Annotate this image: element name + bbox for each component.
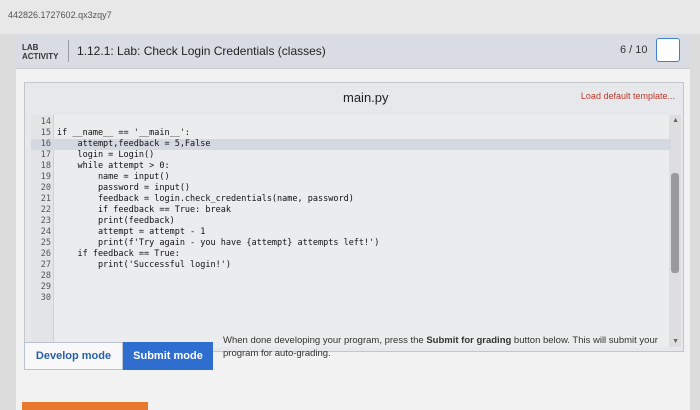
code-text: print(f'Try again - you have {attempt} a… bbox=[57, 238, 380, 248]
line-number: 14 bbox=[40, 117, 51, 127]
page-title: 1.12.1: Lab: Check Login Credentials (cl… bbox=[77, 44, 326, 58]
code-text: feedback = login.check_credentials(name,… bbox=[57, 194, 354, 204]
browser-top-strip: 442826.1727602.qx3zqy7 bbox=[0, 0, 700, 34]
code-line[interactable]: 29 bbox=[31, 282, 671, 293]
header-divider bbox=[68, 40, 69, 62]
line-number: 15 bbox=[40, 128, 51, 138]
code-text: if feedback == True: break bbox=[57, 205, 231, 215]
code-line[interactable]: 22 if feedback == True: break bbox=[31, 205, 671, 216]
line-number: 28 bbox=[40, 271, 51, 281]
code-line[interactable]: 25 print(f'Try again - you have {attempt… bbox=[31, 238, 671, 249]
code-text: attempt = attempt - 1 bbox=[57, 227, 206, 237]
code-area[interactable]: ▲ ▼ 14 15 if __name__ == '__main__': 16 att… bbox=[31, 115, 681, 347]
scroll-up-icon[interactable]: ▲ bbox=[672, 117, 679, 124]
code-line[interactable]: 27 print('Successful login!') bbox=[31, 260, 671, 271]
lab-card: LAB ACTIVITY 1.12.1: Lab: Check Login Cr… bbox=[16, 34, 690, 410]
line-number: 27 bbox=[40, 260, 51, 270]
line-number: 19 bbox=[40, 172, 51, 182]
lab-label-line1: LAB bbox=[22, 43, 39, 52]
line-number: 24 bbox=[40, 227, 51, 237]
code-text: print('Successful login!') bbox=[57, 260, 231, 270]
code-line[interactable]: 16 attempt,feedback = 5,False bbox=[31, 139, 671, 150]
scroll-thumb[interactable] bbox=[671, 173, 679, 273]
code-text: if feedback == True: bbox=[57, 249, 180, 259]
scroll-down-icon[interactable]: ▼ bbox=[672, 338, 679, 345]
code-line[interactable]: 14 bbox=[31, 117, 671, 128]
code-line[interactable]: 23 print(feedback) bbox=[31, 216, 671, 227]
code-line[interactable]: 17 login = Login() bbox=[31, 150, 671, 161]
code-line[interactable]: 21 feedback = login.check_credentials(na… bbox=[31, 194, 671, 205]
code-text: login = Login() bbox=[57, 150, 155, 160]
code-line[interactable]: 18 while attempt > 0: bbox=[31, 161, 671, 172]
line-number: 30 bbox=[40, 293, 51, 303]
completion-badge-icon bbox=[656, 38, 680, 62]
code-line[interactable]: 19 name = input() bbox=[31, 172, 671, 183]
info-text-start: When done developing your program, press… bbox=[223, 335, 427, 346]
code-line[interactable]: 30 bbox=[31, 293, 671, 304]
lab-label-line2: ACTIVITY bbox=[22, 52, 59, 61]
code-text: name = input() bbox=[57, 172, 170, 182]
line-number: 20 bbox=[40, 183, 51, 193]
load-default-template-link[interactable]: Load default template... bbox=[581, 91, 675, 101]
page-id-text: 442826.1727602.qx3zqy7 bbox=[8, 10, 112, 20]
code-text: attempt,feedback = 5,False bbox=[57, 139, 211, 149]
file-name: main.py bbox=[343, 90, 389, 105]
line-number: 26 bbox=[40, 249, 51, 259]
lab-header: LAB ACTIVITY 1.12.1: Lab: Check Login Cr… bbox=[16, 34, 690, 69]
line-number: 17 bbox=[40, 150, 51, 160]
line-number: 29 bbox=[40, 282, 51, 292]
lab-activity-label: LAB ACTIVITY bbox=[22, 43, 58, 61]
line-number: 25 bbox=[40, 238, 51, 248]
score-text: 6 / 10 bbox=[620, 44, 648, 56]
code-text: if __name__ == '__main__': bbox=[57, 128, 191, 138]
code-line[interactable]: 20 password = input() bbox=[31, 183, 671, 194]
code-line[interactable]: 24 attempt = attempt - 1 bbox=[31, 227, 671, 238]
info-text-bold: Submit for grading bbox=[426, 335, 512, 346]
code-text: print(feedback) bbox=[57, 216, 175, 226]
line-number: 23 bbox=[40, 216, 51, 226]
code-line[interactable]: 15 if __name__ == '__main__': bbox=[31, 128, 671, 139]
line-number: 21 bbox=[40, 194, 51, 204]
submit-mode-button[interactable]: Submit mode bbox=[123, 342, 213, 370]
code-line[interactable]: 26 if feedback == True: bbox=[31, 249, 671, 260]
code-text: while attempt > 0: bbox=[57, 161, 170, 171]
line-number: 16 bbox=[40, 139, 51, 149]
orange-button-edge[interactable] bbox=[22, 402, 148, 410]
line-number: 22 bbox=[40, 205, 51, 215]
submit-info-text: When done developing your program, press… bbox=[223, 334, 663, 360]
code-text: password = input() bbox=[57, 183, 191, 193]
develop-mode-button[interactable]: Develop mode bbox=[24, 342, 123, 370]
code-editor-panel: main.py Load default template... ▲ ▼ 14 1… bbox=[24, 82, 684, 352]
line-number: 18 bbox=[40, 161, 51, 171]
code-line[interactable]: 28 bbox=[31, 271, 671, 282]
